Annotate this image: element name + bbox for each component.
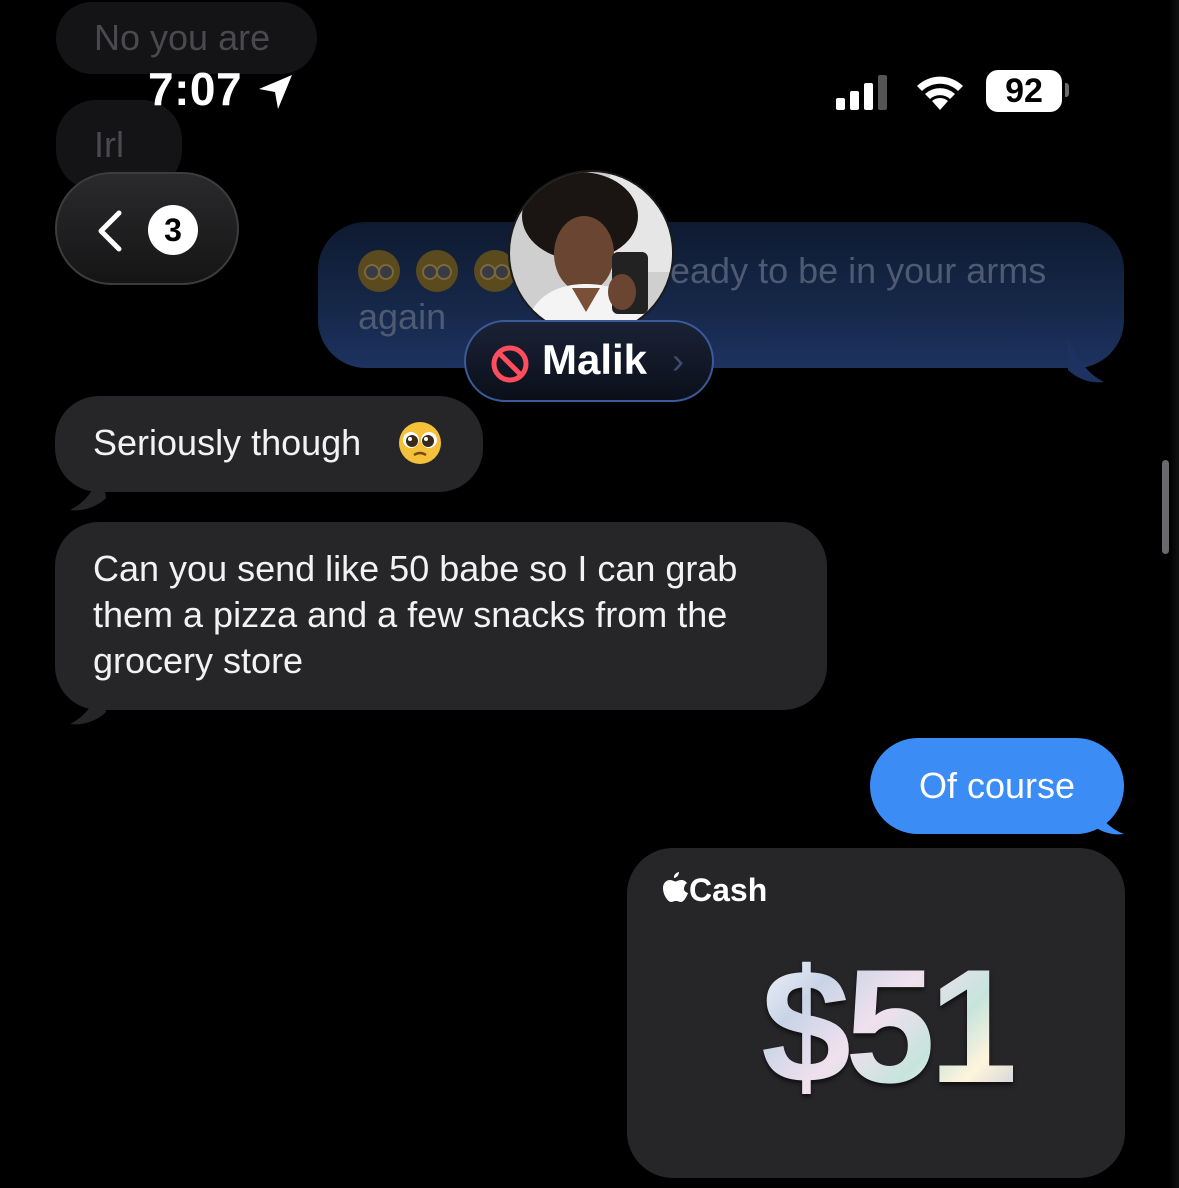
contact-avatar[interactable] [508,170,674,336]
cellular-signal-icon [836,74,896,115]
bubble-tail [66,470,106,519]
wifi-icon [912,70,968,117]
contact-name-button[interactable]: Malik › [464,320,714,402]
apple-logo-icon [663,872,689,909]
received-message-bubble[interactable]: Seriously though [55,396,483,492]
received-message-bubble[interactable]: Can you send like 50 babe so I can grab … [55,522,827,710]
sent-message-bubble[interactable]: Of course [870,738,1124,834]
location-arrow-icon [256,72,296,117]
bubble-tail [66,684,106,733]
chevron-right-icon: › [672,340,684,381]
unread-count-badge: 3 [148,205,198,255]
pleading-face-emoji-icon [358,250,400,292]
payment-amount: $51 [761,934,1019,1120]
back-button[interactable]: 3 [55,172,239,285]
faded-message-text: Irl [94,124,124,165]
battery-indicator: 92 [986,70,1062,112]
dimmed-sent-bubble [318,222,1124,368]
frame-edge [1169,0,1179,1188]
bubble-tail [1068,340,1108,391]
battery-tip [1065,83,1069,97]
status-time: 7:07 [148,63,243,115]
dimmed-message-text: again [358,296,447,337]
message-text: Seriously though [93,422,362,463]
scrollbar[interactable] [1162,460,1169,554]
message-text: Of course [918,765,1076,806]
pleading-face-emoji-icon [416,250,458,292]
pleading-face-emoji-icon [397,420,443,477]
message-text: Can you send like 50 babe so I can grab … [93,548,738,681]
dimmed-message-text: eady to be in your arms [670,250,1047,291]
avatar-photo [510,172,672,334]
contact-name: Malik [542,336,648,383]
dimmed-emoji-row [358,250,516,292]
faded-message-text: No you are [94,17,271,58]
bubble-tail [1090,796,1128,843]
apple-cash-card[interactable]: Cash $51 [627,848,1125,1178]
chevron-left-icon [93,210,127,257]
blocked-icon [490,344,530,389]
apple-cash-label: Cash [689,872,768,908]
